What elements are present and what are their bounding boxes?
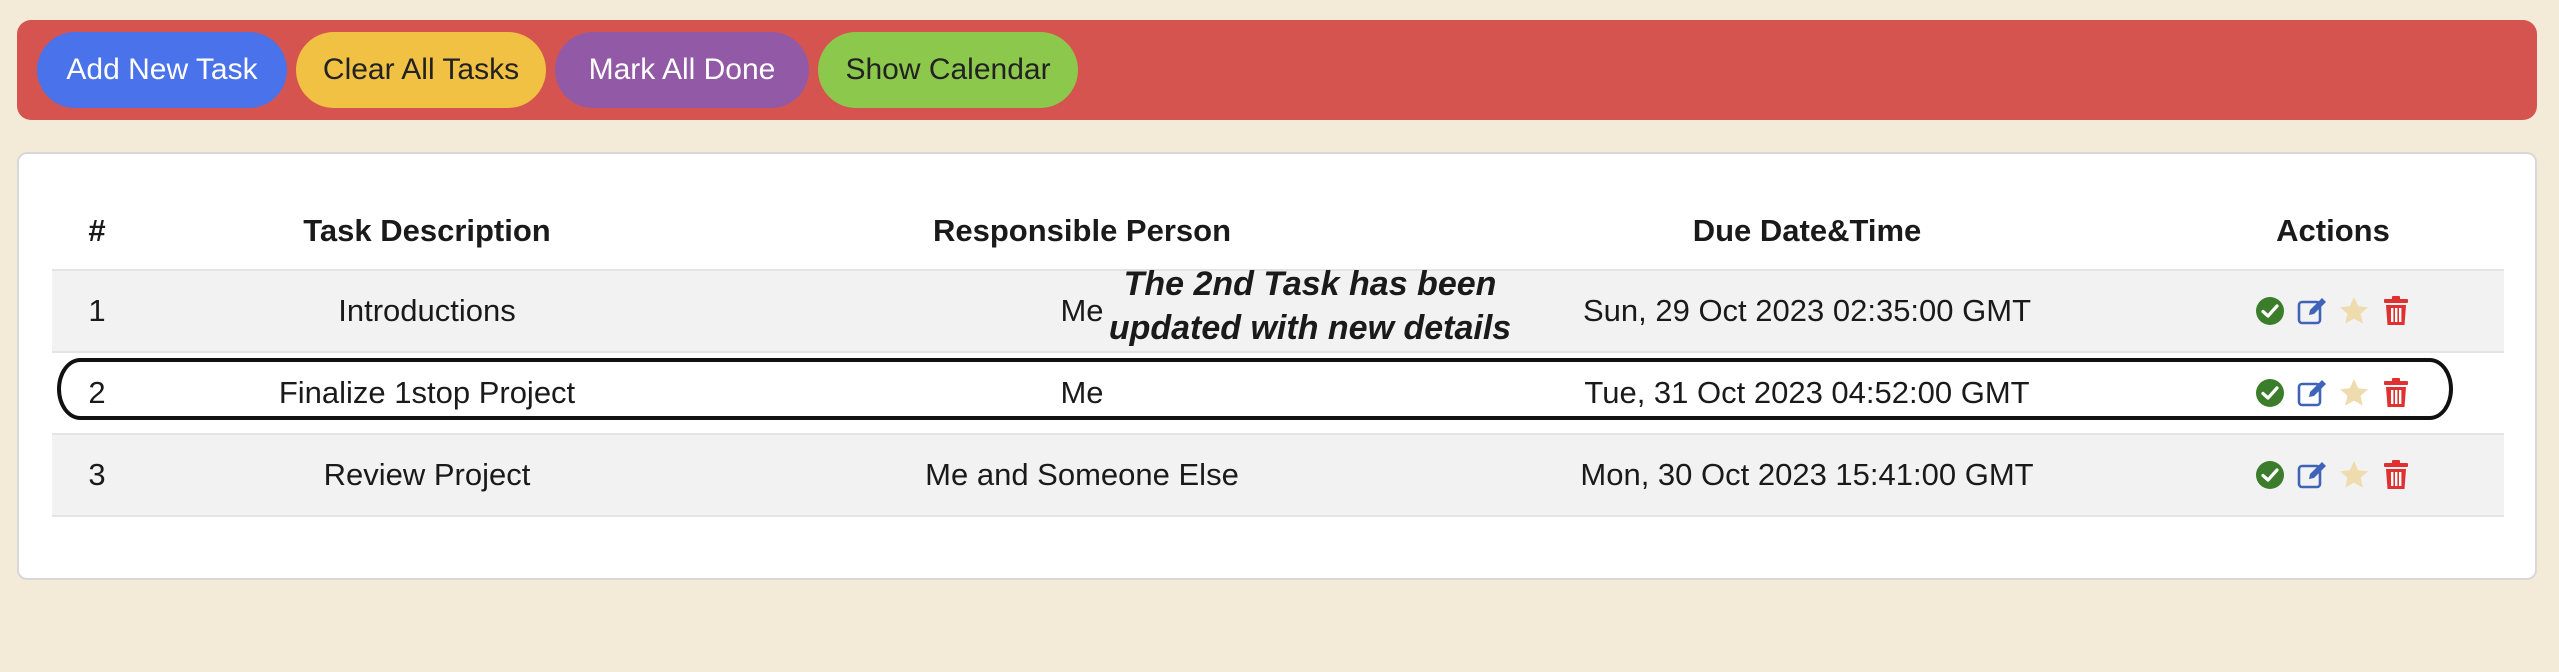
edit-icon[interactable] xyxy=(2296,377,2328,409)
annotation-line-1: The 2nd Task has been xyxy=(1123,265,1497,303)
check-circle-icon[interactable] xyxy=(2254,459,2286,491)
check-circle-icon[interactable] xyxy=(2254,295,2286,327)
table-row: 3 Review Project Me and Someone Else Mon… xyxy=(52,434,2504,517)
header-person: Responsible Person xyxy=(712,192,1452,271)
header-due-date: Due Date&Time xyxy=(1452,192,2162,271)
header-actions: Actions xyxy=(2162,192,2504,271)
update-annotation: The 2nd Task has been updated with new d… xyxy=(1090,262,1530,350)
row-description: Review Project xyxy=(142,434,712,517)
toolbar: Add New Task Clear All Tasks Mark All Do… xyxy=(17,20,2537,120)
clear-all-tasks-button[interactable]: Clear All Tasks xyxy=(296,32,546,108)
row-person: Me and Someone Else xyxy=(712,434,1452,517)
trash-icon[interactable] xyxy=(2380,459,2412,491)
header-number: # xyxy=(52,192,142,271)
annotation-line-2: updated with new details xyxy=(1108,309,1512,347)
task-panel: # Task Description Responsible Person Du… xyxy=(17,152,2537,580)
row-actions xyxy=(2162,270,2504,353)
table-row: 2 Finalize 1stop Project Me Tue, 31 Oct … xyxy=(52,352,2504,435)
trash-icon[interactable] xyxy=(2380,295,2412,327)
trash-icon[interactable] xyxy=(2380,377,2412,409)
table-header-row: # Task Description Responsible Person Du… xyxy=(52,192,2504,271)
row-person: Me xyxy=(712,352,1452,435)
check-circle-icon[interactable] xyxy=(2254,377,2286,409)
row-description: Finalize 1stop Project xyxy=(142,352,712,435)
star-icon[interactable] xyxy=(2338,295,2370,327)
row-due-date: Mon, 30 Oct 2023 15:41:00 GMT xyxy=(1452,434,2162,517)
row-actions xyxy=(2162,434,2504,517)
row-actions xyxy=(2162,352,2504,435)
add-new-task-button[interactable]: Add New Task xyxy=(37,32,287,108)
row-number: 1 xyxy=(52,270,142,353)
row-due-date: Sun, 29 Oct 2023 02:35:00 GMT xyxy=(1452,270,2162,353)
row-due-date: Tue, 31 Oct 2023 04:52:00 GMT xyxy=(1452,352,2162,435)
show-calendar-button[interactable]: Show Calendar xyxy=(818,32,1078,108)
header-description: Task Description xyxy=(142,192,712,271)
star-icon[interactable] xyxy=(2338,377,2370,409)
row-number: 2 xyxy=(52,352,142,435)
row-description: Introductions xyxy=(142,270,712,353)
mark-all-done-button[interactable]: Mark All Done xyxy=(555,32,809,108)
task-table: # Task Description Responsible Person Du… xyxy=(52,192,2504,517)
star-icon[interactable] xyxy=(2338,459,2370,491)
edit-icon[interactable] xyxy=(2296,459,2328,491)
edit-icon[interactable] xyxy=(2296,295,2328,327)
row-number: 3 xyxy=(52,434,142,517)
